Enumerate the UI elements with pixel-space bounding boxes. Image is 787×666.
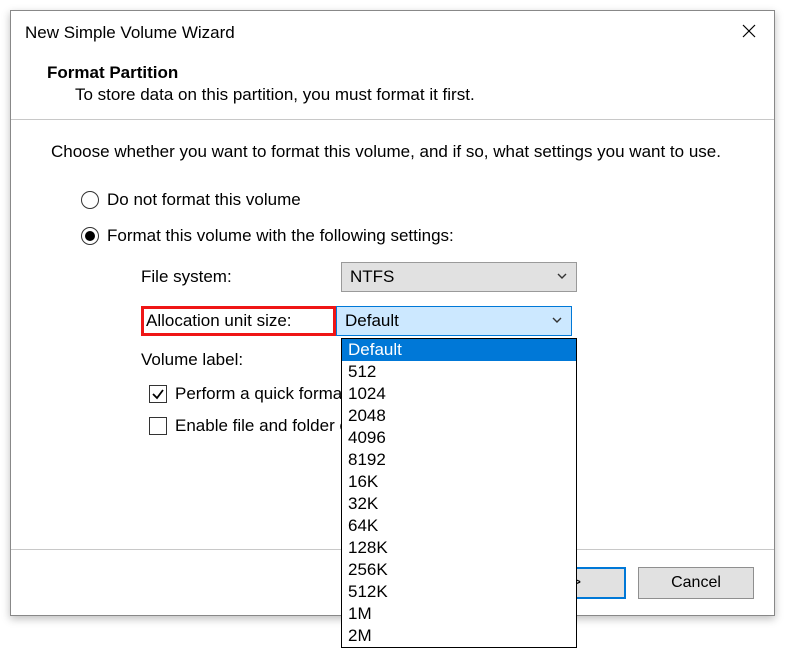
checkbox-icon	[149, 417, 167, 435]
dropdown-option[interactable]: 2048	[342, 405, 576, 427]
page-subheading: To store data on this partition, you mus…	[47, 85, 774, 105]
radio-format-with-label: Format this volume with the following se…	[107, 226, 454, 246]
dropdown-option[interactable]: 256K	[342, 559, 576, 581]
file-system-row: File system: NTFS	[141, 262, 734, 292]
cancel-button[interactable]: Cancel	[638, 567, 754, 599]
allocation-unit-size-select[interactable]: Default	[336, 306, 572, 336]
file-system-value: NTFS	[350, 267, 394, 287]
chevron-down-icon	[551, 311, 563, 331]
radio-dot-icon	[85, 231, 95, 241]
dropdown-option[interactable]: 64K	[342, 515, 576, 537]
radio-no-format[interactable]: Do not format this volume	[81, 190, 734, 210]
dropdown-option[interactable]: Default	[342, 339, 576, 361]
dropdown-option[interactable]: 1024	[342, 383, 576, 405]
dropdown-option[interactable]: 4096	[342, 427, 576, 449]
compress-label: Enable file and folder cor	[175, 416, 363, 436]
settings-block: File system: NTFS Allocation unit size: …	[141, 262, 734, 436]
allocation-unit-size-dropdown[interactable]: Default512102420484096819216K32K64K128K2…	[341, 338, 577, 648]
dropdown-option[interactable]: 2M	[342, 625, 576, 647]
close-icon	[742, 24, 756, 38]
file-system-label: File system:	[141, 267, 341, 287]
main-section: Choose whether you want to format this v…	[11, 120, 774, 436]
wizard-window: New Simple Volume Wizard Format Partitio…	[10, 10, 775, 616]
titlebar: New Simple Volume Wizard	[11, 11, 774, 49]
dropdown-option[interactable]: 32K	[342, 493, 576, 515]
heading-block: Format Partition To store data on this p…	[11, 49, 774, 119]
volume-label-label: Volume label:	[141, 350, 341, 370]
page-heading: Format Partition	[47, 63, 774, 83]
allocation-unit-size-label: Allocation unit size:	[141, 306, 336, 336]
content-area: Format Partition To store data on this p…	[11, 49, 774, 436]
allocation-unit-size-row: Allocation unit size: Default	[141, 306, 734, 336]
radio-format-with-settings[interactable]: Format this volume with the following se…	[81, 226, 734, 246]
dropdown-option[interactable]: 16K	[342, 471, 576, 493]
allocation-unit-size-value: Default	[345, 311, 399, 331]
dropdown-option[interactable]: 512	[342, 361, 576, 383]
cancel-button-label: Cancel	[671, 574, 721, 592]
radio-icon	[81, 227, 99, 245]
radio-no-format-label: Do not format this volume	[107, 190, 301, 210]
file-system-select[interactable]: NTFS	[341, 262, 577, 292]
checkbox-icon	[149, 385, 167, 403]
chevron-down-icon	[556, 267, 568, 287]
dropdown-option[interactable]: 512K	[342, 581, 576, 603]
dropdown-option[interactable]: 1M	[342, 603, 576, 625]
radio-icon	[81, 191, 99, 209]
prompt-text: Choose whether you want to format this v…	[51, 142, 734, 162]
close-button[interactable]	[738, 20, 760, 47]
quick-format-label: Perform a quick format	[175, 384, 347, 404]
dropdown-option[interactable]: 8192	[342, 449, 576, 471]
window-title: New Simple Volume Wizard	[25, 23, 235, 43]
dropdown-option[interactable]: 128K	[342, 537, 576, 559]
